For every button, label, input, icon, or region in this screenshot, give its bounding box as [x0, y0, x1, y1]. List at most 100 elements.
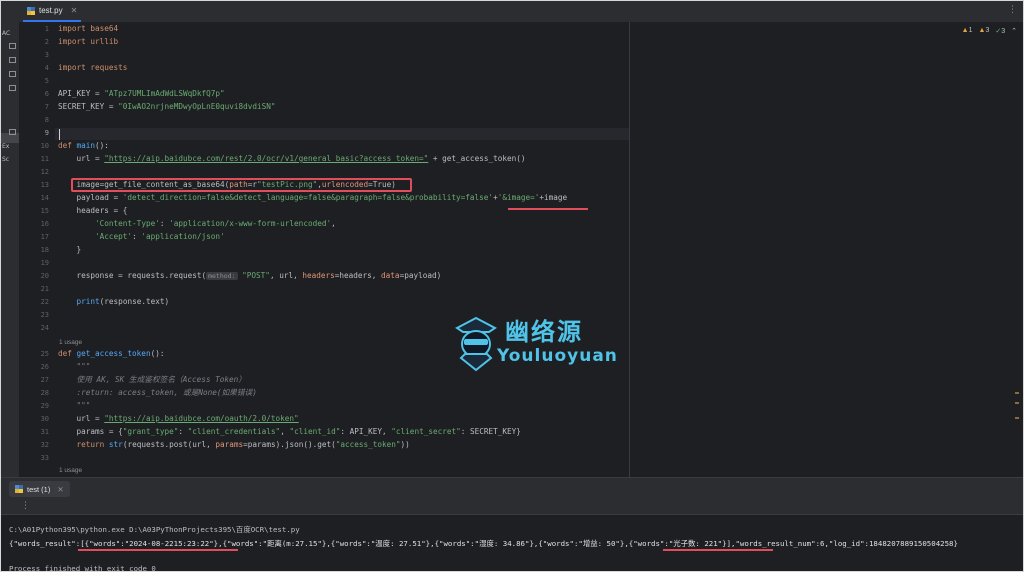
project-item-label[interactable]: Ex — [2, 143, 9, 150]
folder-icon[interactable] — [9, 129, 16, 135]
folder-icon[interactable] — [9, 85, 16, 91]
line-number: 13 — [40, 181, 49, 189]
code-line: params = {"grant_type": "client_credenti… — [58, 427, 521, 436]
usage-hint[interactable]: 1 usage — [59, 339, 82, 346]
line-number: 14 — [40, 194, 49, 202]
line-number: 4 — [44, 64, 49, 72]
line-number: 18 — [40, 246, 49, 254]
line-number: 25 — [40, 350, 49, 358]
line-number: 5 — [44, 77, 49, 85]
line-number: 31 — [40, 428, 49, 436]
python-run-icon — [15, 485, 23, 493]
tab-run-test[interactable]: test (1) ✕ — [9, 481, 70, 497]
ide-window: test.py ✕ ⋮ AC Ex Sc 1 2 3 4 5 6 7 8 9 1… — [0, 0, 1024, 572]
scrollbar-warning-mark[interactable] — [1015, 417, 1019, 419]
code-line: url = "https://aip.baidubce.com/rest/2.0… — [58, 154, 526, 163]
code-line: import base64 — [58, 24, 119, 33]
text-caret — [59, 129, 60, 140]
python-file-icon — [27, 6, 35, 15]
code-line: def main(): — [58, 141, 109, 150]
console-command: C:\A01Python395\python.exe D:\A03PyThonP… — [9, 525, 300, 534]
code-line: payload = 'detect_direction=false&detect… — [58, 193, 568, 202]
chevron-up-icon[interactable]: ⌃ — [1011, 27, 1017, 35]
line-number: 22 — [40, 298, 49, 306]
usage-hint[interactable]: 1 usage — [59, 467, 82, 474]
code-line: """ — [58, 401, 91, 410]
annotation-underline — [508, 208, 588, 210]
code-line: SECRET_KEY = "0IwAO2nrjneMDwyOpLnE0quvi8… — [58, 102, 276, 111]
code-line: } — [58, 245, 82, 254]
line-number: 27 — [40, 376, 49, 384]
project-item-label[interactable]: Sc — [2, 156, 9, 163]
run-tab-bar: test (1) ✕ — [1, 478, 1023, 500]
inspection-widget[interactable]: ▲1 ▲3 ✓3 ⌃ — [962, 27, 1017, 35]
line-number: 2 — [44, 38, 49, 46]
line-number: 29 — [40, 402, 49, 410]
mascot-logo-icon — [455, 316, 497, 372]
line-number: 12 — [40, 168, 49, 176]
line-number-gutter: 1 2 3 4 5 6 7 8 9 10 11 12 13 14 15 16 1… — [19, 22, 55, 477]
more-vertical-icon[interactable]: ⋮ — [1008, 5, 1017, 15]
code-editor[interactable]: ▲1 ▲3 ✓3 ⌃ import base64 import urllib i… — [55, 22, 1023, 477]
run-toolbar: ⋮ — [1, 500, 1023, 515]
run-tab-label: test (1) — [27, 484, 51, 494]
code-line: 使用 AK, SK 生成鉴权签名（Access Token） — [58, 375, 246, 384]
tab-label: test.py — [39, 6, 63, 15]
ok-count[interactable]: ✓3 — [995, 27, 1005, 35]
close-icon[interactable]: ✕ — [57, 485, 63, 494]
folder-icon[interactable] — [9, 43, 16, 49]
close-icon[interactable]: ✕ — [71, 6, 78, 15]
console-output: {"words_result":[{"words":"2024-08-2215:… — [9, 539, 958, 548]
folder-icon[interactable] — [9, 71, 16, 77]
code-line: def get_access_token(): — [58, 349, 165, 358]
code-line: import requests — [58, 63, 128, 72]
warning-icon: ▲ — [961, 27, 969, 34]
annotation-underline — [78, 549, 238, 551]
code-line: headers = { — [58, 206, 128, 215]
current-line-highlight — [55, 128, 629, 140]
line-number: 9 — [44, 129, 49, 137]
line-number: 3 — [44, 51, 49, 59]
warning-count[interactable]: ▲1 — [962, 27, 973, 35]
code-line: 'Content-Type': 'application/x-www-form-… — [95, 219, 336, 228]
code-line: """ — [58, 362, 91, 371]
line-number: 19 — [40, 259, 49, 267]
line-number: 8 — [44, 116, 49, 124]
watermark-subtitle: Youluoyuan — [497, 346, 618, 366]
console-finish: Process finished with exit code 0 — [9, 564, 156, 572]
watermark: 幽络源 Youluoyuan — [451, 312, 651, 376]
line-number: 23 — [40, 311, 49, 319]
line-number: 1 — [44, 25, 49, 33]
line-number: 7 — [44, 103, 49, 111]
editor-tab-bar: test.py ✕ ⋮ — [1, 1, 1023, 23]
code-line: import urllib — [58, 37, 119, 46]
annotation-box — [71, 178, 412, 192]
line-number: 26 — [40, 363, 49, 371]
line-number: 30 — [40, 415, 49, 423]
scrollbar-warning-mark[interactable] — [1015, 392, 1019, 394]
code-line: print(response.text) — [76, 297, 170, 306]
line-number: 10 — [40, 142, 49, 150]
code-line: url = "https://aip.baidubce.com/oauth/2.… — [58, 414, 299, 423]
project-panel-strip: AC Ex Sc — [1, 22, 20, 477]
code-line: :return: access_token, 或是None(如果错误) — [58, 388, 257, 397]
line-number: 11 — [40, 155, 49, 163]
line-number: 17 — [40, 233, 49, 241]
line-number: 6 — [44, 90, 49, 98]
right-margin-guide — [629, 22, 630, 477]
tab-test-py[interactable]: test.py ✕ — [23, 1, 81, 22]
folder-icon[interactable] — [9, 57, 16, 63]
annotation-underline — [663, 549, 773, 551]
weak-warning-count[interactable]: ▲3 — [979, 27, 990, 35]
watermark-title: 幽络源 — [505, 318, 583, 346]
project-item-label[interactable]: AC — [2, 30, 10, 37]
line-number: 33 — [40, 454, 49, 462]
code-line: 'Accept': 'application/json' — [95, 232, 225, 241]
more-vertical-icon[interactable]: ⋮ — [21, 501, 30, 511]
parameter-hint: method: — [206, 272, 238, 280]
scrollbar-warning-mark[interactable] — [1015, 402, 1019, 404]
code-line: API_KEY = "ATpz7UMLImAdWdLSWqDkfQ7p" — [58, 89, 225, 98]
code-line: response = requests.request(method: "POS… — [58, 271, 442, 280]
line-number: 16 — [40, 220, 49, 228]
run-tool-window: test (1) ✕ ⋮ C:\A01Python395\python.exe … — [1, 477, 1023, 572]
